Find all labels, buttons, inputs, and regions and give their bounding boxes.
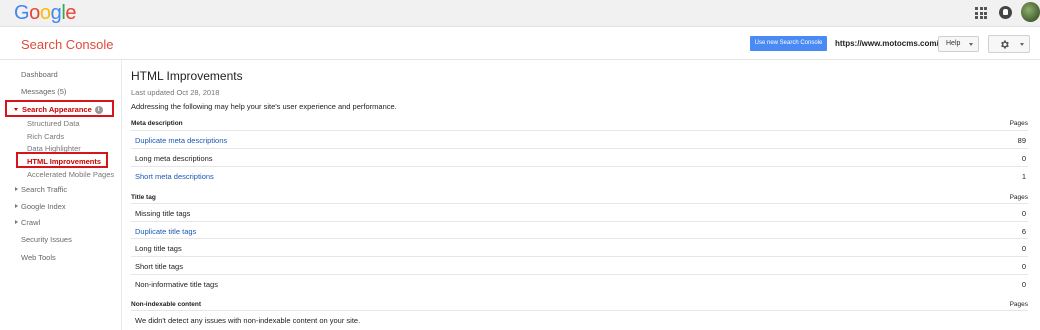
sidebar-item-amp[interactable]: Accelerated Mobile Pages bbox=[27, 170, 114, 179]
last-updated: Last updated Oct 28, 2018 bbox=[131, 88, 220, 97]
table-row: Non-informative title tags 0 bbox=[131, 274, 1028, 292]
section-heading-meta: Meta description Pages bbox=[131, 120, 1028, 127]
sidebar-item-html-improvements[interactable]: HTML Improvements bbox=[27, 157, 101, 166]
nonindexable-note: We didn't detect any issues with non-ind… bbox=[135, 316, 361, 325]
settings-button[interactable] bbox=[988, 35, 1030, 53]
pages-count: 6 bbox=[1021, 227, 1026, 236]
logo-letter: G bbox=[14, 2, 30, 24]
sidebar-item-rich-cards[interactable]: Rich Cards bbox=[27, 132, 64, 141]
pages-count: 89 bbox=[1017, 136, 1026, 145]
help-button[interactable]: Help bbox=[938, 36, 979, 52]
pages-count: 0 bbox=[1021, 244, 1026, 253]
logo-letter: g bbox=[50, 2, 62, 24]
section-heading-nonindexable: Non-indexable content Pages bbox=[131, 301, 1028, 308]
pages-column-header: Pages bbox=[1009, 120, 1028, 127]
table-row: We didn't detect any issues with non-ind… bbox=[131, 310, 1028, 328]
account-avatar[interactable] bbox=[1021, 2, 1040, 22]
table-row: Missing title tags 0 bbox=[131, 203, 1028, 221]
apps-grid-icon[interactable] bbox=[975, 7, 987, 19]
long-title-label: Long title tags bbox=[135, 244, 182, 253]
table-row[interactable]: Duplicate title tags 6 bbox=[131, 221, 1028, 239]
notifications-icon[interactable] bbox=[999, 6, 1012, 19]
pages-count: 0 bbox=[1021, 262, 1026, 271]
short-title-label: Short title tags bbox=[135, 262, 183, 271]
gear-icon bbox=[1001, 40, 1009, 49]
console-header: Search Console Use new Search Console ht… bbox=[0, 27, 1040, 60]
logo-letter: o bbox=[39, 2, 51, 24]
sidebar-nav: Dashboard Messages (5) Search Appearance… bbox=[0, 60, 122, 330]
google-bar: Google bbox=[0, 0, 1040, 27]
site-selector[interactable]: https://www.motocms.com/ bbox=[835, 39, 939, 48]
page-title: HTML Improvements bbox=[131, 69, 243, 83]
table-row: Long title tags 0 bbox=[131, 238, 1028, 256]
use-new-console-button[interactable]: Use new Search Console bbox=[750, 36, 827, 51]
sidebar-item-security-issues[interactable]: Security Issues bbox=[21, 235, 72, 244]
section-heading-title-tag: Title tag Pages bbox=[131, 194, 1028, 201]
duplicate-meta-link[interactable]: Duplicate meta descriptions bbox=[135, 136, 227, 145]
section-title: Meta description bbox=[131, 120, 183, 127]
sidebar-item-search-appearance[interactable]: Search Appearance i bbox=[14, 105, 103, 115]
section-title: Non-indexable content bbox=[131, 301, 202, 308]
table-row: Long meta descriptions 0 bbox=[131, 148, 1028, 166]
pages-count: 0 bbox=[1021, 209, 1026, 218]
table-row: Short title tags 0 bbox=[131, 256, 1028, 274]
long-meta-label: Long meta descriptions bbox=[135, 154, 213, 163]
search-console-title[interactable]: Search Console bbox=[21, 37, 114, 52]
chevron-down-icon bbox=[969, 43, 973, 46]
non-informative-title-label: Non-informative title tags bbox=[135, 280, 218, 289]
help-label: Help bbox=[946, 40, 961, 47]
pages-count: 0 bbox=[1021, 280, 1026, 289]
table-row[interactable]: Short meta descriptions 1 bbox=[131, 166, 1028, 184]
sidebar-item-crawl[interactable]: Crawl bbox=[14, 218, 40, 227]
pages-column-header: Pages bbox=[1009, 301, 1028, 308]
google-logo[interactable]: Google bbox=[14, 2, 77, 25]
pages-count: 0 bbox=[1021, 154, 1026, 163]
sidebar-item-google-index[interactable]: Google Index bbox=[15, 202, 66, 211]
sidebar-item-dashboard[interactable]: Dashboard bbox=[21, 70, 58, 79]
sidebar-item-search-traffic[interactable]: Search Traffic bbox=[14, 185, 67, 194]
sidebar-item-label: Search Appearance bbox=[22, 105, 92, 114]
sidebar-item-web-tools[interactable]: Web Tools bbox=[21, 253, 56, 262]
sidebar-item-messages[interactable]: Messages (5) bbox=[21, 87, 66, 96]
missing-title-label: Missing title tags bbox=[135, 209, 191, 218]
sidebar-item-structured-data[interactable]: Structured Data bbox=[27, 119, 80, 128]
short-meta-link[interactable]: Short meta descriptions bbox=[135, 172, 214, 181]
duplicate-title-link[interactable]: Duplicate title tags bbox=[135, 227, 196, 236]
intro-text: Addressing the following may help your s… bbox=[131, 102, 397, 111]
info-icon[interactable]: i bbox=[94, 106, 103, 115]
section-title: Title tag bbox=[131, 194, 156, 201]
chevron-down-icon bbox=[1020, 43, 1024, 46]
logo-letter: e bbox=[65, 2, 77, 24]
pages-count: 1 bbox=[1021, 172, 1026, 181]
logo-letter: o bbox=[29, 2, 40, 24]
table-row[interactable]: Duplicate meta descriptions 89 bbox=[131, 130, 1028, 148]
pages-column-header: Pages bbox=[1009, 194, 1028, 201]
